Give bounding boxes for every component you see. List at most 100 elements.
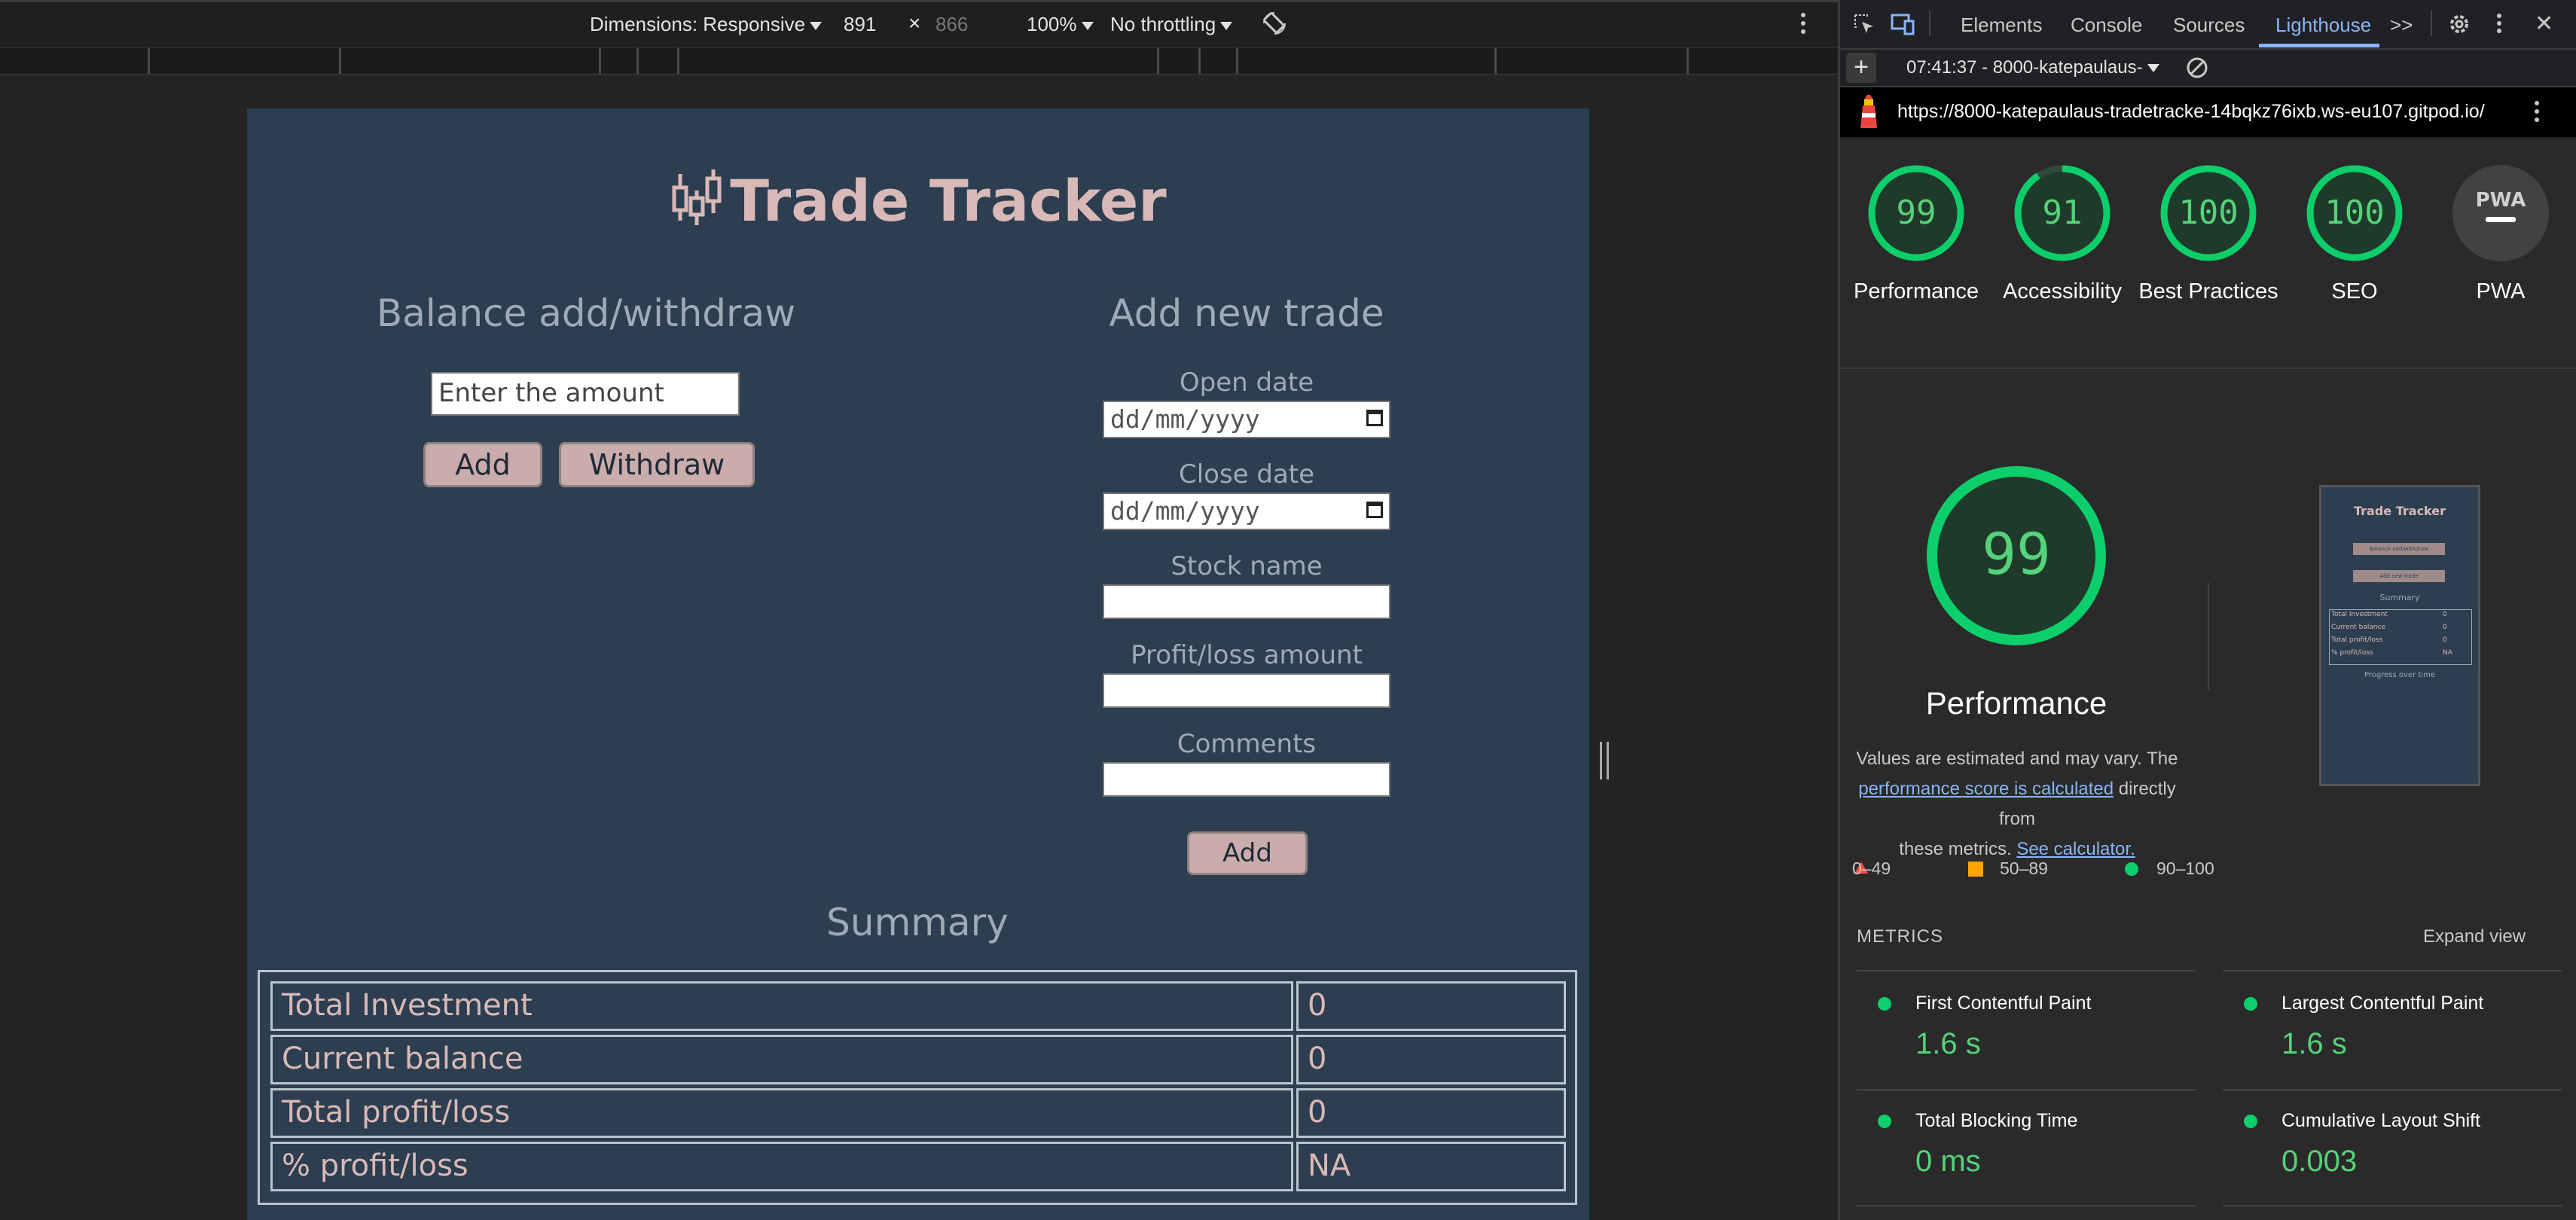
add-trade-button[interactable]: Add [1187, 831, 1308, 875]
pwa-badge-text: PWA [2476, 189, 2526, 212]
thumbnail-title: Trade Tracker [2354, 504, 2446, 518]
seo-gauge[interactable]: 100 [2306, 164, 2404, 266]
calendar-icon[interactable] [1366, 410, 1383, 426]
height-input[interactable]: 866 [935, 13, 968, 36]
tab-sources[interactable]: Sources [2173, 14, 2245, 37]
thumbnail-table: Total Investment 0 Current balance 0 Tot… [2329, 609, 2472, 665]
summary-label-cell: Total Investment [270, 981, 1293, 1031]
new-report-plus-icon[interactable]: + [1846, 53, 1876, 83]
kebab-icon[interactable] [2495, 12, 2503, 40]
audited-url-bar: https://8000-katepaulaus-tradetracke-14b… [1840, 87, 2576, 137]
tab-console[interactable]: Console [2071, 14, 2142, 37]
ruler-tick [599, 48, 601, 74]
summary-value-cell: 0 [1296, 981, 1566, 1031]
amount-input[interactable]: Enter the amount [431, 372, 740, 416]
pass-dot-icon [1878, 1115, 1891, 1128]
tab-elements[interactable]: Elements [1961, 14, 2042, 37]
devtools-panel: Elements Console Sources Lighthouse >> ✕… [1838, 0, 2576, 1220]
stock-name-label: Stock name [1170, 551, 1323, 581]
candlestick-chart-icon [670, 168, 724, 242]
note-text-3: these metrics. [1899, 839, 2012, 859]
best-practices-gauge[interactable]: 100 [2159, 164, 2257, 266]
summary-value-cell: 0 [1296, 1035, 1566, 1084]
report-selector[interactable]: 07:41:37 - 8000-katepaulaus- [1906, 57, 2159, 78]
dimensions-dropdown[interactable]: Dimensions: Responsive [590, 13, 823, 36]
balance-add-button[interactable]: Add [423, 442, 542, 487]
kebab-icon[interactable] [1799, 11, 1808, 41]
clear-all-icon[interactable] [2185, 56, 2209, 85]
thumbnail-row-label: % profit/loss [2331, 649, 2373, 657]
open-date-input[interactable]: dd/mm/yyyy [1103, 401, 1390, 438]
calendar-icon[interactable] [1366, 502, 1383, 518]
table-row: Total profit/loss 0 [270, 1088, 1566, 1138]
open-date-placeholder: dd/mm/yyyy [1110, 404, 1260, 434]
profit-loss-label: Profit/loss amount [1131, 640, 1363, 670]
close-icon[interactable]: ✕ [2535, 11, 2553, 37]
thumbnail-separator [2208, 583, 2209, 690]
lighthouse-report: 99 Performance 91 Accessibility 100 Best… [1840, 139, 2576, 1220]
zoom-dropdown[interactable]: 100% [1027, 13, 1094, 36]
thumbnail-row-value: NA [2443, 649, 2452, 657]
profit-loss-input[interactable] [1103, 673, 1390, 708]
metric-name: First Contentful Paint [1915, 993, 2092, 1014]
page-screenshot-thumbnail[interactable]: Trade Tracker Balance add/withdraw Add n… [2319, 485, 2480, 786]
tab-divider [1929, 11, 1930, 36]
throttling-dropdown[interactable]: No throttling [1110, 13, 1233, 36]
times-sign: × [908, 11, 921, 35]
performance-gauge[interactable]: 99 [1867, 164, 1965, 266]
tab-lighthouse[interactable]: Lighthouse [2275, 14, 2371, 37]
metric-divider [2223, 1089, 2562, 1090]
summary-label-cell: % profit/loss [270, 1142, 1293, 1191]
comments-input[interactable] [1103, 762, 1390, 797]
stock-name-input[interactable] [1103, 584, 1390, 619]
note-text-1: Values are estimated and may vary. The [1856, 749, 2178, 769]
metric-value: 0 ms [1915, 1145, 1981, 1178]
media-query-ruler[interactable] [0, 48, 1838, 75]
table-row: Total Investment 0 [270, 981, 1566, 1031]
thumbnail-row-label: Current balance [2331, 624, 2386, 631]
metric-name: Cumulative Layout Shift [2281, 1110, 2481, 1131]
summary-title: Summary [826, 901, 1009, 944]
summary-label-cell: Total profit/loss [270, 1088, 1293, 1138]
close-date-label: Close date [1178, 459, 1315, 490]
metric-name: Largest Contentful Paint [2281, 993, 2484, 1014]
expand-view-button[interactable]: Expand view [2423, 926, 2526, 947]
gauge-score: 91 [2043, 194, 2083, 232]
ruler-tick [677, 48, 679, 74]
legend-pass-label: 90–100 [2156, 859, 2214, 878]
more-tabs-button[interactable]: >> [2390, 14, 2413, 37]
pwa-badge-icon[interactable]: PWA [2452, 164, 2550, 266]
legend-fail-label: 0–49 [1852, 859, 1891, 878]
main-score: 99 [1982, 520, 2051, 587]
score-note: Values are estimated and may vary. The p… [1840, 744, 2194, 865]
thumbnail-row-value: 0 [2443, 636, 2447, 644]
metric-divider [2223, 1205, 2562, 1206]
accessibility-gauge[interactable]: 91 [2013, 164, 2111, 266]
metric-divider [1857, 970, 2196, 971]
withdraw-button[interactable]: Withdraw [559, 442, 755, 487]
close-date-input[interactable]: dd/mm/yyyy [1103, 493, 1390, 530]
main-category-label: Performance [1925, 685, 2107, 721]
kebab-icon[interactable] [2533, 99, 2541, 129]
device-toggle-icon[interactable] [1890, 12, 1915, 41]
ruler-tick [1686, 48, 1689, 74]
pass-dot-icon [1878, 997, 1891, 1011]
dimensions-label: Dimensions: Responsive [590, 13, 806, 35]
viewport-resize-handle[interactable] [1600, 742, 1609, 779]
gear-icon[interactable] [2447, 12, 2471, 41]
lighthouse-toolbar: + 07:41:37 - 8000-katepaulaus- [1840, 50, 2576, 87]
performance-score-link[interactable]: performance score is calculated [1858, 779, 2114, 799]
calculator-link[interactable]: See calculator. [2016, 839, 2135, 859]
metric-value: 1.6 s [1915, 1027, 1981, 1060]
main-performance-gauge: 99 [1924, 464, 2108, 651]
inspect-element-icon[interactable] [1852, 12, 1876, 41]
metrics-header: METRICS [1857, 926, 1943, 947]
gauge-score: 99 [1897, 194, 1937, 232]
audited-url[interactable]: https://8000-katepaulaus-tradetracke-14b… [1897, 101, 2485, 123]
width-input[interactable]: 891 [844, 13, 876, 36]
summary-value-cell: 0 [1296, 1088, 1566, 1138]
metric-divider [1857, 1089, 2196, 1090]
ruler-tick [1236, 48, 1238, 74]
lighthouse-logo-icon [1857, 95, 1881, 135]
rotate-icon[interactable] [1261, 10, 1288, 42]
